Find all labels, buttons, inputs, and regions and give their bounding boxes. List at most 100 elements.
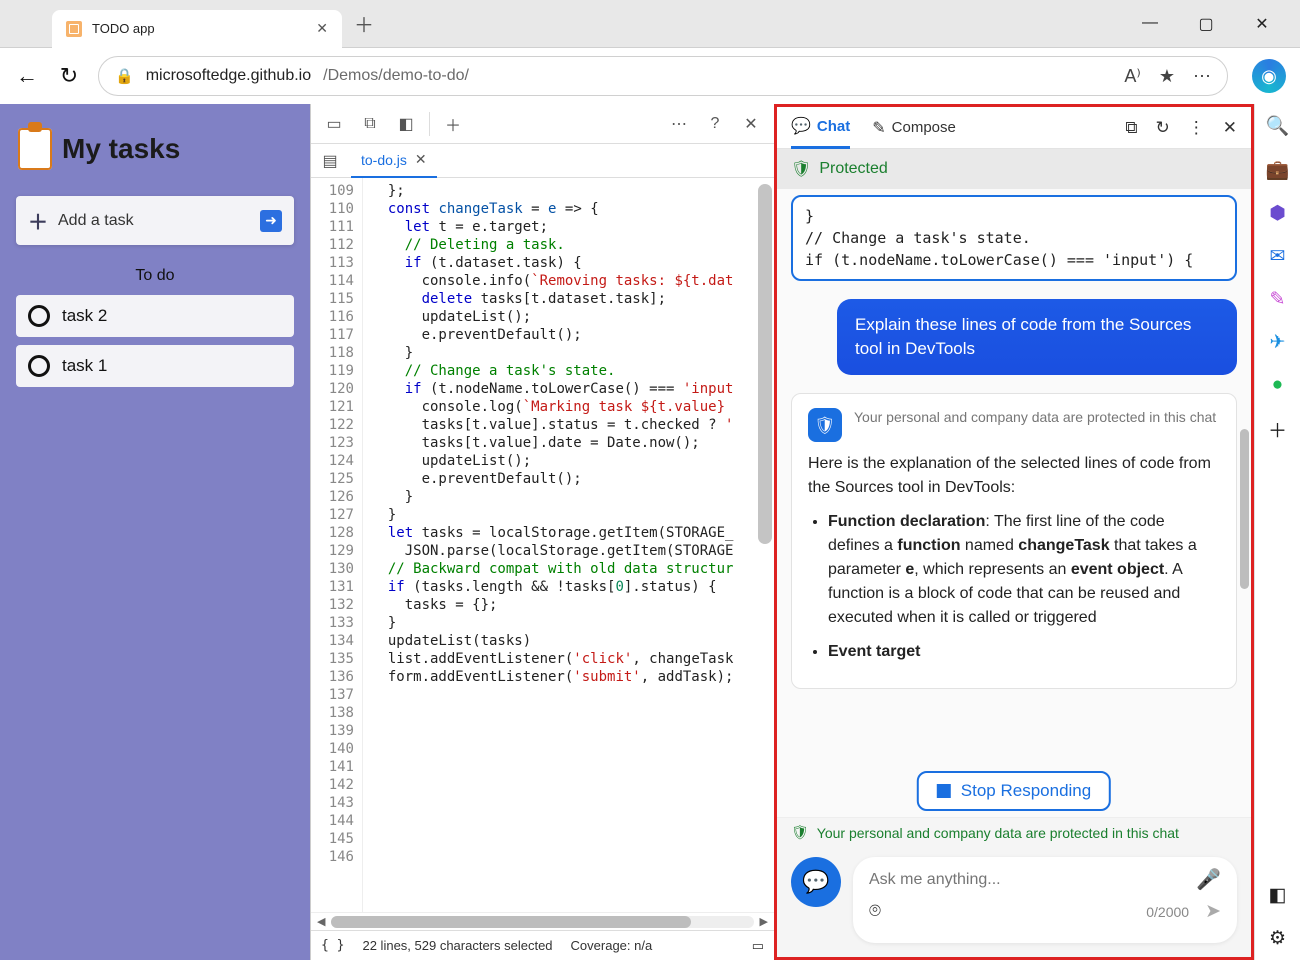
new-topic-button[interactable]: 💬 [791,857,841,907]
ai-bullet-2: Event target [828,640,1220,664]
add-task-input[interactable]: ＋ Add a task ➜ [16,196,294,245]
close-devtools-icon[interactable]: ✕ [738,111,764,137]
file-name: to-do.js [361,152,407,168]
shield-icon: 🛡 [791,824,809,841]
chat-icon: 💬 [791,116,811,136]
close-copilot-icon[interactable]: ✕ [1223,118,1237,138]
close-file-icon[interactable]: ✕ [415,151,427,168]
copilot-button[interactable]: ◉ [1252,59,1286,93]
address-bar[interactable]: 🔒 microsoftedge.github.io/Demos/demo-to-… [98,56,1228,96]
code-context-message: } // Change a task's state. if (t.nodeNa… [791,195,1237,281]
sidebar-toggle-icon[interactable]: ◧ [1269,884,1287,907]
more-icon[interactable]: ⋯ [666,111,692,137]
menu-icon[interactable]: ⋯ [1193,66,1211,87]
submit-task-button[interactable]: ➜ [260,210,282,232]
sidebar-toggle-icon[interactable]: ▤ [317,148,343,174]
task-item[interactable]: task 2 [16,295,294,337]
checkbox-icon[interactable] [28,305,50,327]
shield-badge-icon: 🛡 [808,408,842,442]
lock-icon: 🔒 [115,67,134,85]
chat-body[interactable]: } // Change a task's state. if (t.nodeNa… [777,189,1251,817]
spotify-icon[interactable]: ● [1272,374,1283,396]
browser-tab[interactable]: TODO app ✕ [52,10,342,48]
refresh-chat-icon[interactable]: ↻ [1156,118,1170,138]
drop-icon[interactable]: ✎ [1270,288,1286,311]
minimize-button[interactable]: — [1132,14,1168,34]
add-app-icon[interactable]: ＋ [1268,416,1287,443]
open-external-icon[interactable]: ⧉ [1125,118,1137,138]
line-gutter: 109 110 111 112 113 114 115 116 117 118 … [311,178,363,912]
chat-scrollbar[interactable] [1240,429,1249,589]
new-tab-button[interactable]: ＋ [354,9,374,38]
image-input-icon[interactable]: ⌾ [869,900,881,923]
vertical-scrollbar[interactable] [758,178,772,912]
file-tab[interactable]: to-do.js ✕ [351,144,437,178]
read-aloud-icon[interactable]: A⁾ [1124,66,1140,87]
copilot-panel: 💬Chat ✎Compose ⧉ ↻ ⋮ ✕ 🛡 Protected } // … [774,104,1254,960]
copilot-tabbar: 💬Chat ✎Compose ⧉ ↻ ⋮ ✕ [777,107,1251,149]
ai-bullet-1: Function declaration: The first line of … [828,510,1220,630]
office-icon[interactable]: ⬢ [1269,202,1286,225]
chat-input[interactable]: 🎤 ⌾ 0/2000 ➤ [853,857,1237,943]
app-title: My tasks [62,133,180,165]
code-editor[interactable]: 109 110 111 112 113 114 115 116 117 118 … [311,178,774,912]
responsive-icon[interactable]: ▭ [752,938,764,954]
window-titlebar: TODO app ✕ ＋ — ▢ ✕ [0,0,1300,48]
horizontal-scrollbar[interactable]: ◀▶ [311,912,774,930]
inspect-icon[interactable]: ▭ [321,111,347,137]
compose-tab[interactable]: ✎Compose [872,107,956,149]
dock-icon[interactable]: ◧ [393,111,419,137]
back-button[interactable]: ← [14,63,40,89]
briefcase-icon[interactable]: 💼 [1266,158,1290,182]
status-bar: { } 22 lines, 529 characters selected Co… [311,930,774,960]
todo-app: My tasks ＋ Add a task ➜ To do task 2 task… [0,104,310,960]
user-message: Explain these lines of code from the Sou… [837,299,1237,375]
selection-status: 22 lines, 529 characters selected [362,938,552,953]
url-host: microsoftedge.github.io [146,67,311,85]
help-icon[interactable]: ? [702,111,728,137]
toolbar: ← ↻ 🔒 microsoftedge.github.io/Demos/demo… [0,48,1300,104]
page-icon [66,21,82,37]
task-label: task 2 [62,306,107,326]
ai-protection-hint: Your personal and company data are prote… [854,408,1216,427]
ai-intro: Here is the explanation of the selected … [808,452,1220,500]
search-icon[interactable]: 🔍 [1266,114,1290,138]
add-task-label: Add a task [58,212,134,230]
file-tab-bar: ▤ to-do.js ✕ [311,144,774,178]
task-label: task 1 [62,356,107,376]
favorite-icon[interactable]: ★ [1159,66,1175,87]
devtools-toolbar: ▭ ⧉ ◧ ＋ ⋯ ? ✕ [311,104,774,144]
coverage-status: Coverage: n/a [571,938,653,953]
chat-text-field[interactable] [869,871,1196,889]
outlook-icon[interactable]: ✉ [1270,245,1286,268]
clipboard-icon [18,128,52,170]
protected-label: Protected [819,160,887,178]
send-app-icon[interactable]: ✈ [1270,331,1286,354]
chat-tab[interactable]: 💬Chat [791,107,850,149]
device-icon[interactable]: ⧉ [357,111,383,137]
char-counter: 0/2000 [1146,904,1189,920]
ai-message: 🛡 Your personal and company data are pro… [791,393,1237,689]
maximize-button[interactable]: ▢ [1188,14,1224,34]
close-window-button[interactable]: ✕ [1244,14,1280,34]
braces-icon[interactable]: { } [321,938,344,953]
code-content[interactable]: }; const changeTask = e => { let t = e.t… [363,178,774,912]
close-tab-icon[interactable]: ✕ [316,20,328,37]
plus-icon: ＋ [28,206,48,235]
protection-footer: 🛡 Your personal and company data are pro… [777,817,1251,847]
more-chat-icon[interactable]: ⋮ [1188,118,1205,138]
protected-banner: 🛡 Protected [777,149,1251,189]
send-icon[interactable]: ➤ [1205,900,1221,923]
edge-sidebar: 🔍 💼 ⬢ ✉ ✎ ✈ ● ＋ ◧ ⚙ [1254,104,1300,960]
tab-title: TODO app [92,21,306,36]
task-item[interactable]: task 1 [16,345,294,387]
microphone-icon[interactable]: 🎤 [1196,867,1221,892]
settings-icon[interactable]: ⚙ [1269,927,1286,950]
checkbox-icon[interactable] [28,355,50,377]
stop-responding-button[interactable]: Stop Responding [917,771,1111,811]
section-heading: To do [10,267,300,285]
shield-icon: 🛡 [791,159,811,179]
refresh-button[interactable]: ↻ [56,63,82,89]
compose-icon: ✎ [872,118,885,138]
add-panel-icon[interactable]: ＋ [440,111,466,137]
